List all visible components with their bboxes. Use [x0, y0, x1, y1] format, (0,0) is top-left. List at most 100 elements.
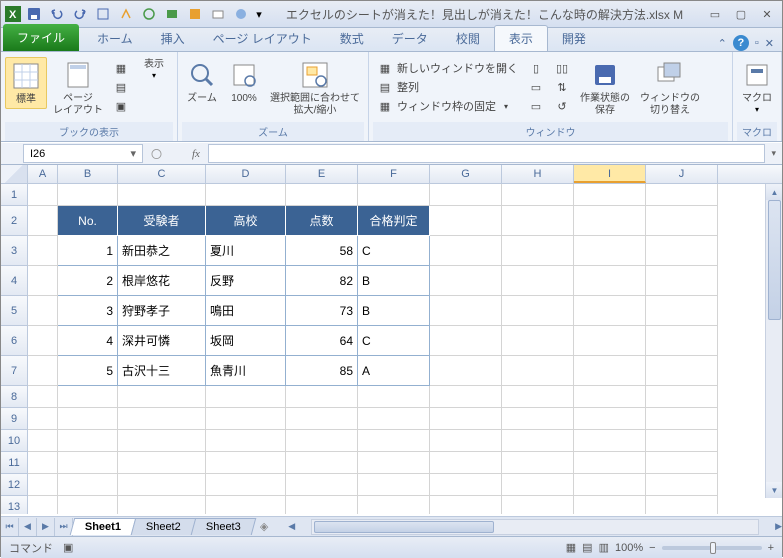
cell[interactable] — [646, 474, 718, 496]
scroll-thumb[interactable] — [768, 200, 781, 320]
cell[interactable] — [430, 496, 502, 514]
row-header[interactable]: 10 — [1, 430, 28, 452]
cell[interactable]: 64 — [286, 326, 358, 356]
cell[interactable] — [358, 408, 430, 430]
cell[interactable] — [58, 474, 118, 496]
cell[interactable] — [574, 386, 646, 408]
cell[interactable] — [118, 474, 206, 496]
cell[interactable] — [502, 326, 574, 356]
scroll-down-icon[interactable]: ▼ — [766, 482, 782, 498]
row-header[interactable]: 5 — [1, 296, 28, 326]
cell[interactable] — [502, 236, 574, 266]
qat-icon[interactable] — [161, 3, 183, 25]
cell[interactable] — [430, 474, 502, 496]
cell[interactable] — [502, 452, 574, 474]
cell[interactable] — [118, 408, 206, 430]
cell[interactable] — [502, 266, 574, 296]
cell[interactable] — [28, 496, 58, 514]
cell[interactable] — [646, 206, 718, 236]
tab-home[interactable]: ホーム — [83, 26, 147, 51]
qat-icon[interactable] — [207, 3, 229, 25]
cell[interactable]: 古沢十三 — [118, 356, 206, 386]
cell[interactable]: C — [358, 326, 430, 356]
row-header[interactable]: 1 — [1, 184, 28, 206]
cell[interactable] — [646, 430, 718, 452]
vertical-scrollbar[interactable]: ▲ ▼ — [765, 184, 782, 498]
cell[interactable] — [646, 236, 718, 266]
cell[interactable] — [574, 206, 646, 236]
cell[interactable] — [574, 430, 646, 452]
help-icon[interactable]: ? — [733, 35, 749, 51]
cell[interactable] — [206, 386, 286, 408]
cell[interactable]: 4 — [58, 326, 118, 356]
col-header-j[interactable]: J — [646, 165, 718, 183]
switch-window-button[interactable]: ウィンドウの 切り替え — [636, 57, 704, 119]
cell[interactable]: B — [358, 296, 430, 326]
cell[interactable] — [358, 452, 430, 474]
cell[interactable] — [502, 430, 574, 452]
save-workspace-button[interactable]: 作業状態の 保存 — [576, 57, 634, 119]
cell[interactable] — [502, 386, 574, 408]
view-normal-icon[interactable]: ▦ — [566, 541, 576, 554]
first-sheet-icon[interactable]: ⏮ — [1, 518, 19, 536]
cell[interactable] — [646, 408, 718, 430]
cell[interactable] — [358, 430, 430, 452]
col-header-b[interactable]: B — [58, 165, 118, 183]
next-sheet-icon[interactable]: ▶ — [37, 518, 55, 536]
cell[interactable] — [118, 386, 206, 408]
cell[interactable] — [430, 296, 502, 326]
cell[interactable] — [502, 408, 574, 430]
cell[interactable] — [286, 474, 358, 496]
tab-developer[interactable]: 開発 — [548, 26, 600, 51]
zoom-slider[interactable] — [662, 546, 762, 550]
tab-view[interactable]: 表示 — [494, 25, 548, 51]
cell[interactable] — [28, 326, 58, 356]
expand-formula-icon[interactable]: ▾ — [771, 148, 776, 159]
new-sheet-icon[interactable]: ◈ — [260, 520, 268, 533]
zoom-selection-button[interactable]: 選択範囲に合わせて 拡大/縮小 — [266, 57, 364, 119]
view-pagebreak-icon[interactable]: ▥ — [599, 541, 609, 554]
split-button[interactable]: ▯ — [524, 59, 548, 77]
cell[interactable] — [28, 206, 58, 236]
row-header[interactable]: 4 — [1, 266, 28, 296]
scroll-right-icon[interactable]: ▶ — [775, 521, 782, 532]
col-header-g[interactable]: G — [430, 165, 502, 183]
sheet-tab[interactable]: Sheet1 — [70, 518, 137, 535]
cell[interactable] — [118, 184, 206, 206]
cell[interactable] — [430, 236, 502, 266]
cell[interactable] — [646, 184, 718, 206]
macro-record-icon[interactable]: ▣ — [63, 541, 73, 554]
cell[interactable] — [358, 184, 430, 206]
cell[interactable] — [28, 386, 58, 408]
cell[interactable]: B — [358, 266, 430, 296]
cell[interactable] — [430, 356, 502, 386]
cell[interactable] — [646, 452, 718, 474]
qat-dropdown-icon[interactable]: ▾ — [253, 3, 265, 25]
dropdown-icon[interactable]: ▾ — [130, 147, 136, 160]
cell[interactable]: 夏川 — [206, 236, 286, 266]
cell[interactable] — [574, 474, 646, 496]
cell[interactable]: 85 — [286, 356, 358, 386]
scroll-up-icon[interactable]: ▲ — [766, 184, 782, 200]
cell[interactable] — [502, 184, 574, 206]
hide-button[interactable]: ▭ — [524, 78, 548, 96]
zoom-level[interactable]: 100% — [615, 542, 643, 554]
cell[interactable]: 新田恭之 — [118, 236, 206, 266]
minimize-icon[interactable]: ▭ — [704, 5, 726, 23]
cancel-icon[interactable]: 〇 — [151, 146, 162, 162]
minimize-ribbon-icon[interactable]: ⌃ — [718, 37, 727, 50]
cell[interactable] — [646, 496, 718, 514]
cell[interactable] — [646, 296, 718, 326]
new-window-button[interactable]: ▦新しいウィンドウを開く — [373, 59, 522, 77]
cell[interactable] — [28, 356, 58, 386]
cell[interactable] — [28, 236, 58, 266]
cell[interactable] — [118, 430, 206, 452]
cell[interactable] — [430, 452, 502, 474]
cell[interactable]: 狩野孝子 — [118, 296, 206, 326]
cell[interactable] — [28, 430, 58, 452]
cell[interactable]: No. — [58, 206, 118, 236]
cell[interactable]: 魚青川 — [206, 356, 286, 386]
cell[interactable] — [286, 496, 358, 514]
qat-icon[interactable] — [230, 3, 252, 25]
mdi-restore-icon[interactable]: ▫ — [755, 37, 759, 49]
